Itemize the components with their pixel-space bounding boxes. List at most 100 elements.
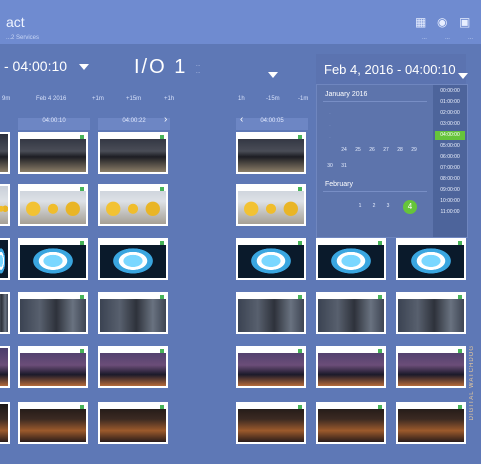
calendar-day[interactable]: 1 <box>355 203 365 209</box>
calendar-day[interactable]: · <box>325 135 335 141</box>
time-option[interactable]: 05:00:00 <box>435 142 465 151</box>
header-meta-item: ... <box>421 35 427 41</box>
status-badge <box>80 187 84 191</box>
status-badge <box>160 241 164 245</box>
thumbnail[interactable] <box>98 132 168 174</box>
thumbnail[interactable] <box>316 346 386 388</box>
thumbnail-label <box>100 404 166 409</box>
datetime-picker-button[interactable]: Feb 4, 2016 - 04:00:10 <box>316 54 468 84</box>
thumbnail[interactable] <box>18 132 88 174</box>
app-title: act <box>6 14 25 30</box>
time-option-selected[interactable]: 04:00:00 <box>435 131 465 140</box>
thumbnail[interactable] <box>18 184 88 226</box>
status-badge <box>458 349 462 353</box>
timeline-label[interactable]: +1m <box>92 96 104 102</box>
thumbnail[interactable] <box>396 402 466 444</box>
time-option[interactable]: 09:00:00 <box>435 186 465 195</box>
timeline-label[interactable]: -15m <box>266 96 280 102</box>
timeline-label[interactable]: 9m <box>2 96 10 102</box>
calendar-day[interactable]: 27 <box>381 147 391 153</box>
settings-icon[interactable]: ◉ <box>437 16 449 28</box>
top-icons: ▦ ◉ ▣ <box>415 16 471 28</box>
thumbnail-label <box>20 186 86 191</box>
thumbnail-label <box>318 348 384 353</box>
thumbnail[interactable] <box>0 292 10 334</box>
thumbnail[interactable] <box>18 238 88 280</box>
time-option[interactable]: 03:00:00 <box>435 120 465 129</box>
time-option[interactable]: 10:00:00 <box>435 197 465 206</box>
thumbnail[interactable] <box>396 292 466 334</box>
status-badge <box>458 295 462 299</box>
status-badge <box>160 349 164 353</box>
status-badge <box>298 405 302 409</box>
thumbnail[interactable] <box>98 346 168 388</box>
calendar-day[interactable]: · <box>325 111 335 117</box>
status-badge <box>378 241 382 245</box>
status-badge <box>458 241 462 245</box>
io-selector[interactable]: I/O 1 ... ... <box>124 56 278 82</box>
thumbnail-label <box>20 404 86 409</box>
calendar-day[interactable]: 30 <box>325 163 335 169</box>
thumbnail[interactable] <box>316 238 386 280</box>
calendar-day[interactable]: · <box>325 123 335 129</box>
status-badge <box>298 135 302 139</box>
status-badge <box>298 187 302 191</box>
io-sub-line: ... <box>196 69 201 75</box>
thumbnail[interactable] <box>236 238 306 280</box>
time-option[interactable]: 11:00:00 <box>435 208 465 217</box>
time-option[interactable]: 00:00:00 <box>435 87 465 96</box>
thumbnail[interactable] <box>98 184 168 226</box>
thumbnail[interactable] <box>396 346 466 388</box>
thumbnail[interactable] <box>18 292 88 334</box>
thumbnail[interactable] <box>236 402 306 444</box>
calendar-day[interactable]: 24 <box>339 147 349 153</box>
thumbnail[interactable] <box>0 346 10 388</box>
calendar-day[interactable]: 3 <box>383 203 393 209</box>
thumbnail[interactable] <box>396 238 466 280</box>
calendar-selected-day[interactable]: 4 <box>403 200 417 214</box>
calendar-day[interactable]: 25 <box>353 147 363 153</box>
status-badge <box>160 295 164 299</box>
thumbnail[interactable] <box>236 184 306 226</box>
timeline-label[interactable]: +1h <box>164 96 174 102</box>
thumbnail[interactable] <box>0 238 10 280</box>
left-time-dropdown[interactable]: - 04:00:10 <box>4 58 89 74</box>
calendar-day[interactable]: 29 <box>409 147 419 153</box>
time-option[interactable]: 01:00:00 <box>435 98 465 107</box>
thumbnail[interactable] <box>236 132 306 174</box>
timeline-label[interactable]: +15m <box>126 96 141 102</box>
status-badge <box>160 135 164 139</box>
calendar-day[interactable]: 2 <box>369 203 379 209</box>
thumbnail[interactable] <box>18 346 88 388</box>
thumbnail[interactable] <box>98 402 168 444</box>
time-option[interactable]: 07:00:00 <box>435 164 465 173</box>
timeline-label[interactable]: 1h <box>238 96 245 102</box>
time-option[interactable]: 06:00:00 <box>435 153 465 162</box>
header-meta-item: ... <box>467 35 473 41</box>
time-option[interactable]: 08:00:00 <box>435 175 465 184</box>
thumbnail-label <box>318 404 384 409</box>
thumbnail[interactable] <box>236 292 306 334</box>
timeline-label[interactable]: Feb 4 2016 <box>36 96 66 102</box>
calendar-day[interactable]: 31 <box>339 163 349 169</box>
thumbnail[interactable] <box>98 238 168 280</box>
calendar-day[interactable]: 28 <box>395 147 405 153</box>
thumbnail[interactable] <box>98 292 168 334</box>
document-icon[interactable]: ▣ <box>459 16 471 28</box>
thumbnail[interactable] <box>316 402 386 444</box>
thumbnail[interactable] <box>316 292 386 334</box>
thumbnail-label <box>100 134 166 139</box>
status-badge <box>80 295 84 299</box>
timeline-label[interactable]: -1m <box>298 96 308 102</box>
thumbnail[interactable] <box>18 402 88 444</box>
status-badge <box>80 405 84 409</box>
calendar-day[interactable]: 26 <box>367 147 377 153</box>
header-subtitle: ...2 Services <box>6 35 40 41</box>
thumbnail[interactable] <box>0 132 10 174</box>
thumbnail[interactable] <box>0 402 10 444</box>
thumbnail[interactable] <box>0 184 10 226</box>
thumbnail[interactable] <box>236 346 306 388</box>
time-option[interactable]: 02:00:00 <box>435 109 465 118</box>
calendar-month-title: January 2016 <box>325 91 368 98</box>
grid-icon[interactable]: ▦ <box>415 16 427 28</box>
